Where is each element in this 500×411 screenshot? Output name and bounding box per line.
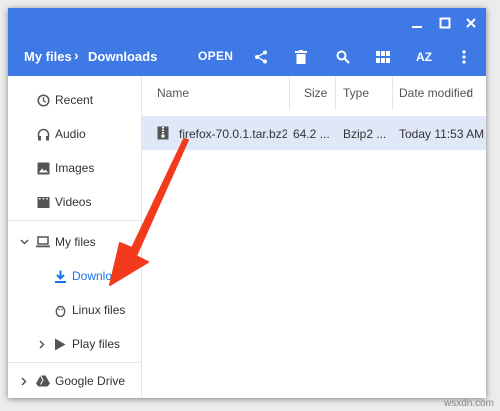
breadcrumb-separator: ›	[74, 47, 79, 63]
sidebar-item-label: My files	[55, 235, 96, 249]
sidebar-item-label: Images	[55, 161, 95, 175]
maximize-icon	[439, 17, 451, 29]
column-header-date-modified[interactable]: Date modified	[399, 86, 473, 100]
file-date-modified: Today 11:53 AM	[399, 127, 485, 141]
sidebar-item-audio[interactable]: Audio	[8, 120, 141, 148]
maximize-button[interactable]	[434, 13, 456, 33]
watermark: wsxdn.com	[443, 398, 494, 409]
file-list: Name Size Type Date modified ↑ firefox-7…	[142, 76, 486, 398]
delete-button[interactable]	[289, 45, 313, 69]
minimize-button[interactable]	[406, 13, 428, 33]
sort-button[interactable]: AZ	[412, 45, 436, 69]
sidebar-item-label: Linux files	[72, 303, 126, 317]
clock-icon	[35, 92, 51, 108]
breadcrumb-my-files[interactable]: My files	[24, 49, 72, 64]
sidebar-divider	[8, 362, 141, 363]
play-store-icon	[52, 336, 68, 352]
sidebar-item-linux-files[interactable]: Linux files	[8, 296, 141, 324]
sidebar-item-label: Play files	[72, 337, 121, 351]
column-header-name[interactable]: Name	[157, 86, 189, 100]
header-bar: My files › Downloads OPEN AZ	[8, 8, 486, 76]
sidebar-item-recent[interactable]: Recent	[8, 86, 141, 114]
sidebar-divider	[8, 220, 141, 221]
column-header-type[interactable]: Type	[343, 86, 369, 100]
toolbar: My files › Downloads OPEN AZ	[8, 44, 486, 70]
sidebar-item-label: Audio	[55, 127, 86, 141]
film-icon	[35, 194, 51, 210]
grid-view-icon	[376, 51, 390, 63]
close-button[interactable]	[460, 13, 482, 33]
share-icon	[255, 50, 267, 64]
file-name: firefox-70.0.1.tar.bz2	[179, 127, 287, 141]
open-button[interactable]: OPEN	[198, 49, 233, 63]
linux-penguin-icon	[52, 302, 68, 318]
sidebar-item-images[interactable]: Images	[8, 154, 141, 182]
sidebar-item-videos[interactable]: Videos	[8, 188, 141, 216]
breadcrumb-downloads[interactable]: Downloads	[88, 49, 157, 64]
column-divider[interactable]	[335, 76, 336, 110]
sidebar: Recent Audio Images Videos My files Down…	[8, 76, 142, 398]
archive-file-icon	[157, 126, 169, 145]
grid-view-button[interactable]	[371, 45, 395, 69]
image-icon	[35, 160, 51, 176]
file-size: 64.2 ...	[293, 127, 330, 141]
google-drive-icon	[35, 373, 51, 389]
more-vert-icon	[462, 50, 466, 64]
chevron-down-icon[interactable]	[18, 234, 30, 250]
laptop-icon	[35, 234, 51, 250]
sidebar-item-label: Recent	[55, 93, 94, 107]
share-button[interactable]	[249, 45, 273, 69]
minimize-icon	[412, 26, 422, 28]
sidebar-item-play-files[interactable]: Play files	[8, 330, 141, 358]
headphones-icon	[35, 126, 51, 142]
chevron-right-icon[interactable]	[36, 336, 48, 352]
column-divider[interactable]	[289, 76, 290, 110]
sidebar-item-label: Google Drive	[55, 374, 126, 388]
chevron-right-icon[interactable]	[18, 373, 30, 389]
file-type: Bzip2 ...	[343, 127, 387, 141]
sidebar-item-label: Downloads	[72, 269, 118, 283]
download-icon	[52, 268, 68, 284]
column-divider[interactable]	[392, 76, 393, 110]
column-header-size[interactable]: Size	[304, 86, 327, 100]
sidebar-item-my-files[interactable]: My files	[8, 228, 141, 256]
sidebar-item-label: Videos	[55, 195, 92, 209]
search-icon	[336, 50, 350, 64]
sidebar-item-downloads[interactable]: Downloads	[8, 262, 141, 290]
sort-arrow-icon: ↑	[466, 85, 472, 99]
close-icon	[466, 18, 476, 28]
table-row[interactable]: firefox-70.0.1.tar.bz2 64.2 ... Bzip2 ..…	[142, 116, 486, 150]
sidebar-item-google-drive[interactable]: Google Drive	[8, 367, 141, 395]
search-button[interactable]	[331, 45, 355, 69]
sort-az-icon: AZ	[416, 50, 432, 64]
more-options-button[interactable]	[452, 45, 476, 69]
delete-icon	[295, 50, 307, 64]
files-app-window: My files › Downloads OPEN AZ Recent Audi…	[8, 8, 486, 398]
